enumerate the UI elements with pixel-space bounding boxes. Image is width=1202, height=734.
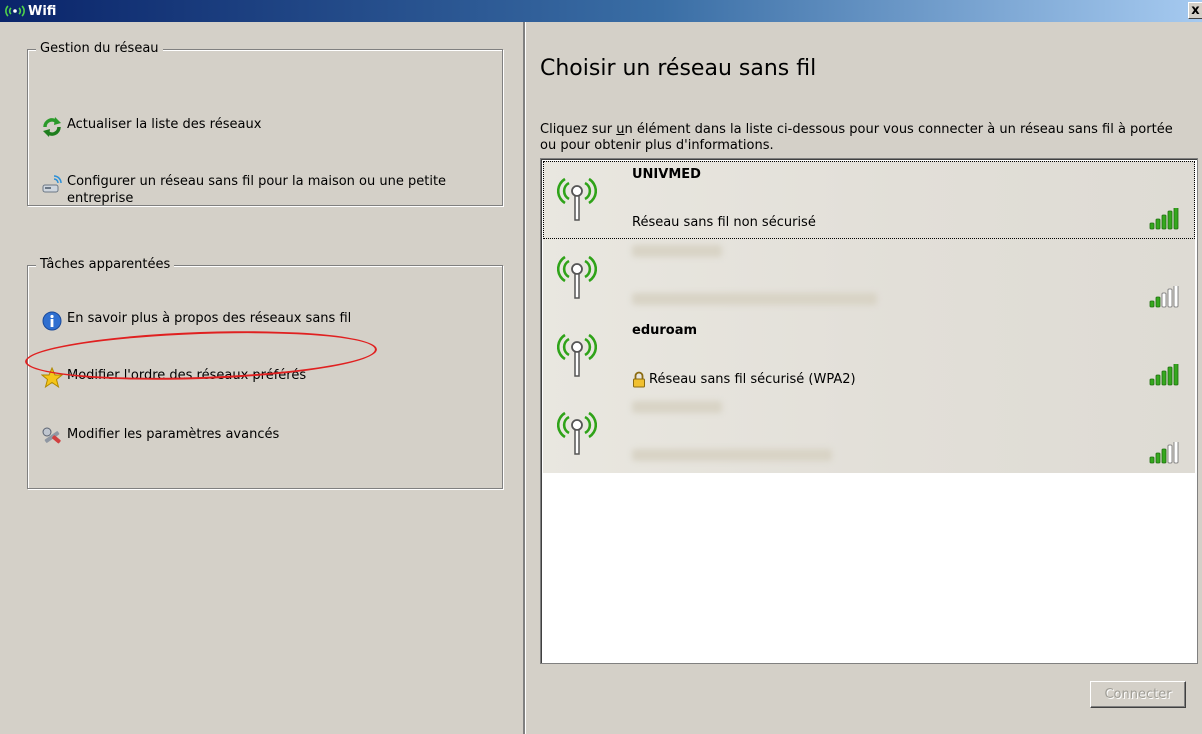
group-legend: Gestion du réseau (36, 41, 163, 56)
group-legend: Tâches apparentées (36, 257, 175, 272)
signal-bar (1173, 208, 1179, 230)
wireless-antenna-icon (557, 333, 597, 377)
close-button[interactable]: x (1188, 2, 1202, 19)
learn-about-wireless-link[interactable]: En savoir plus à propos des réseaux sans… (41, 310, 351, 332)
signal-bar (1167, 366, 1173, 386)
network-ssid-blurred (632, 401, 722, 417)
signal-bar (1167, 444, 1173, 464)
signal-bar (1149, 222, 1155, 230)
setup-home-network-link[interactable]: Configurer un réseau sans fil pour la ma… (41, 173, 492, 207)
signal-bar (1167, 210, 1173, 230)
related-tasks-group: Tâches apparentées En savoir plus à prop… (27, 257, 503, 489)
signal-bar (1149, 378, 1155, 386)
signal-bar (1173, 364, 1179, 386)
signal-bar (1149, 456, 1155, 464)
title-bar: Wifi x (0, 0, 1202, 22)
instructions-text: Cliquez sur un élément dans la liste ci-… (540, 122, 1173, 153)
network-item-univmed[interactable]: UNIVMED Réseau sans fil non sécurisé (543, 161, 1195, 239)
signal-bar (1155, 374, 1161, 386)
wireless-antenna-icon (557, 255, 597, 299)
network-item-hidden-1[interactable] (543, 239, 1195, 317)
signal-bar (1173, 286, 1179, 308)
task-label: Modifier l'ordre des réseaux préférés (67, 368, 307, 383)
signal-bar (1161, 370, 1167, 386)
signal-strength-icon (1149, 286, 1179, 308)
lock-icon (633, 371, 645, 388)
network-ssid: UNIVMED (632, 167, 701, 182)
page-title: Choisir un réseau sans fil (540, 56, 817, 81)
change-preferred-networks-order-link[interactable]: Modifier l'ordre des réseaux préférés (41, 367, 306, 389)
network-security-blurred (632, 449, 832, 461)
info-icon (42, 311, 62, 331)
star-icon (41, 367, 63, 389)
wireless-antenna-icon (557, 411, 597, 455)
network-setup-icon (42, 175, 62, 193)
close-icon: x (1191, 3, 1200, 18)
refresh-network-list-link[interactable]: Actualiser la liste des réseaux (41, 116, 261, 138)
network-security: Réseau sans fil non sécurisé (632, 215, 816, 230)
signal-bar (1161, 448, 1167, 464)
network-security: Réseau sans fil sécurisé (WPA2) (632, 371, 856, 388)
task-label: En savoir plus à propos des réseaux sans… (67, 311, 352, 326)
change-advanced-settings-link[interactable]: Modifier les paramètres avancés (41, 426, 279, 448)
signal-strength-icon (1149, 442, 1179, 464)
window-title: Wifi (28, 3, 57, 19)
network-management-group: Gestion du réseau Actualiser la liste de… (27, 41, 503, 207)
wireless-antenna-icon (557, 177, 597, 221)
signal-strength-icon (1149, 364, 1179, 386)
network-ssid: eduroam (632, 323, 698, 338)
signal-bar (1149, 300, 1155, 308)
connect-button[interactable]: Connecter (1090, 681, 1186, 708)
network-item-hidden-2[interactable] (543, 395, 1195, 473)
signal-strength-icon (1149, 208, 1179, 230)
settings-tools-icon (42, 427, 61, 444)
refresh-icon (43, 117, 61, 137)
signal-bar (1155, 218, 1161, 230)
network-ssid-blurred (632, 245, 722, 261)
network-security-blurred (632, 293, 877, 305)
signal-bar (1161, 214, 1167, 230)
signal-bar (1161, 292, 1167, 308)
task-label: Actualiser la liste des réseaux (67, 117, 262, 132)
signal-bar (1173, 442, 1179, 464)
network-item-eduroam[interactable]: eduroam Réseau sans fil sécurisé (WPA2) (543, 317, 1195, 395)
pane-splitter[interactable] (523, 22, 526, 734)
network-list[interactable]: UNIVMED Réseau sans fil non sécurisé edu… (540, 158, 1198, 664)
task-label: Configurer un réseau sans fil pour la ma… (67, 174, 447, 206)
wifi-icon (5, 5, 25, 17)
signal-bar (1155, 452, 1161, 464)
task-label: Modifier les paramètres avancés (67, 427, 280, 442)
signal-bar (1155, 296, 1161, 308)
signal-bar (1167, 288, 1173, 308)
